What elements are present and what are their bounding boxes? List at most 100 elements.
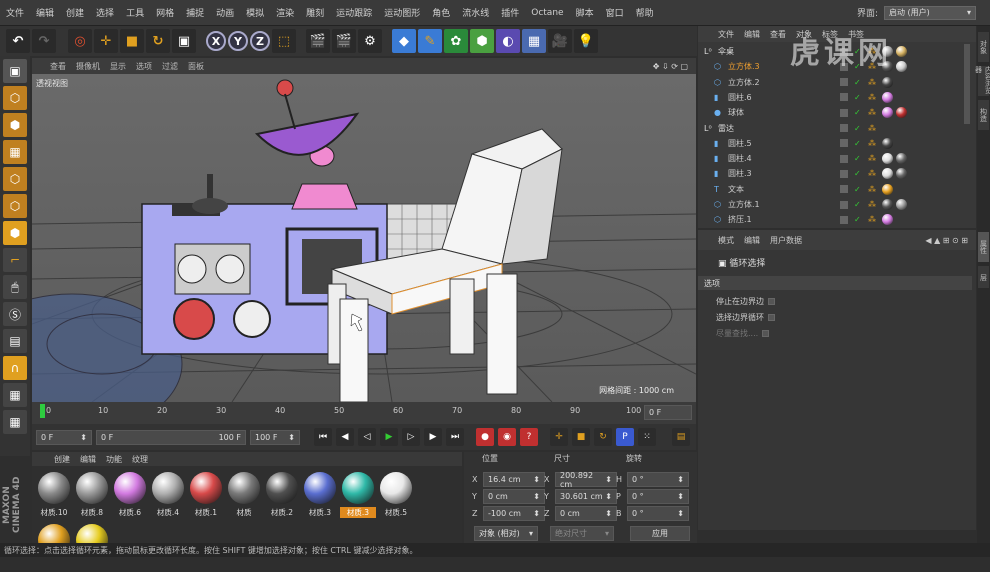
option-select-boundary-loop[interactable]: 选择边界循环 bbox=[716, 312, 775, 323]
material-tag-icon[interactable] bbox=[896, 199, 907, 210]
render-settings-icon[interactable]: ⚙ bbox=[358, 29, 382, 53]
select-boundary-loop-checkbox[interactable] bbox=[768, 314, 775, 321]
visibility-toggle[interactable] bbox=[840, 215, 848, 224]
material-tag-icon[interactable] bbox=[882, 76, 893, 88]
spinner-icon[interactable]: ⬍ bbox=[677, 475, 684, 484]
attr-menu-edit[interactable]: 编辑 bbox=[744, 235, 760, 246]
coord-rot-field[interactable]: 0 ° ⬍ bbox=[627, 506, 689, 521]
tab-layers[interactable]: 层 bbox=[978, 266, 989, 288]
coord-size-field[interactable]: 0 cm ⬍ bbox=[555, 506, 617, 521]
visibility-toggle[interactable] bbox=[840, 78, 848, 87]
edges-mode-icon[interactable]: ⬡ bbox=[3, 194, 27, 218]
end-frame-field[interactable]: 100 F ⬍ bbox=[250, 429, 300, 445]
texture-mode-icon[interactable]: ⬢ bbox=[3, 113, 27, 137]
object-row[interactable]: ▮ 圆柱.4 ✓ ⁂ bbox=[698, 151, 966, 166]
menu-script[interactable]: 脚本 bbox=[570, 6, 600, 19]
material-menu-edit[interactable]: 编辑 bbox=[80, 454, 96, 465]
move-icon[interactable]: ✛ bbox=[94, 29, 118, 53]
subdivision-icon[interactable]: ✿ bbox=[444, 29, 468, 53]
keyframe-selection-icon[interactable]: ? bbox=[520, 428, 538, 446]
camera-icon[interactable]: 🎥 bbox=[548, 29, 572, 53]
phong-tag-icon[interactable]: ⁂ bbox=[868, 124, 876, 133]
options-section-header[interactable]: 选项 bbox=[698, 276, 972, 290]
material-swatch[interactable]: 材质.5 bbox=[378, 470, 414, 520]
menu-window[interactable]: 窗口 bbox=[600, 6, 630, 19]
viewport-menu-display[interactable]: 显示 bbox=[110, 61, 126, 72]
object-row[interactable]: ⬡ 立方体.2 ✓ ⁂ bbox=[698, 75, 966, 90]
material-tag-icon[interactable] bbox=[882, 91, 893, 103]
menu-animate[interactable]: 动画 bbox=[210, 6, 240, 19]
menu-character[interactable]: 角色 bbox=[426, 6, 456, 19]
tab-content-browser[interactable]: 内容浏览器 bbox=[975, 66, 990, 96]
enabled-check-icon[interactable]: ✓ bbox=[854, 200, 861, 209]
model-mode-icon[interactable]: ⬡ bbox=[3, 86, 27, 110]
om-menu-file[interactable]: 文件 bbox=[718, 29, 734, 40]
key-rotation-icon[interactable]: ↻ bbox=[594, 428, 612, 446]
attr-nav-icons[interactable]: ◀ ▲ ⊞ ⊙ ⊞ bbox=[925, 236, 976, 245]
play-icon[interactable]: ▶ bbox=[380, 428, 398, 446]
om-menu-edit[interactable]: 编辑 bbox=[744, 29, 760, 40]
visibility-toggle[interactable] bbox=[840, 154, 848, 163]
viewport-nav-icons[interactable]: ✥ ⇩ ⟳ ▢ bbox=[653, 62, 696, 71]
previous-frame-icon[interactable]: ◁ bbox=[358, 428, 376, 446]
material-swatch[interactable]: 材质.2 bbox=[264, 470, 300, 520]
menu-create[interactable]: 创建 bbox=[60, 6, 90, 19]
menu-edit[interactable]: 编辑 bbox=[30, 6, 60, 19]
polygons-mode-icon[interactable]: ⬢ bbox=[3, 221, 27, 245]
material-menu-texture[interactable]: 纹理 bbox=[132, 454, 148, 465]
points-mode-icon[interactable]: ⬡ bbox=[3, 167, 27, 191]
viewport-menu-camera[interactable]: 摄像机 bbox=[76, 61, 100, 72]
spinner-icon[interactable]: ⬍ bbox=[533, 492, 540, 501]
spinner-icon[interactable]: ⬍ bbox=[605, 492, 612, 501]
visibility-toggle[interactable] bbox=[840, 169, 848, 178]
coord-pos-field[interactable]: 16.4 cm ⬍ bbox=[483, 472, 545, 487]
viewport-menu-options[interactable]: 选项 bbox=[136, 61, 152, 72]
menu-sculpt[interactable]: 雕刻 bbox=[300, 6, 330, 19]
y-axis-lock-button[interactable]: Y bbox=[228, 31, 248, 51]
material-swatch[interactable]: 材质.8 bbox=[74, 470, 110, 520]
coordinate-system-icon[interactable]: ⬚ bbox=[272, 29, 296, 53]
material-tag-icon[interactable] bbox=[896, 61, 907, 73]
x-axis-lock-button[interactable]: X bbox=[206, 31, 226, 51]
solo-icon[interactable]: ▤ bbox=[3, 329, 27, 353]
object-row[interactable]: ● 球体 ✓ ⁂ bbox=[698, 105, 966, 120]
tab-objects[interactable]: 对象 bbox=[978, 32, 989, 62]
coord-rot-field[interactable]: 0 ° ⬍ bbox=[627, 472, 689, 487]
next-frame-icon[interactable]: ▷ bbox=[402, 428, 420, 446]
material-menu-create[interactable]: 创建 bbox=[54, 454, 70, 465]
grid-snap-icon[interactable]: ▦ bbox=[3, 410, 27, 434]
material-swatch[interactable]: 材质.10 bbox=[36, 470, 72, 520]
coord-size-field[interactable]: 200.892 cm ⬍ bbox=[555, 471, 617, 489]
object-list-scrollbar[interactable] bbox=[964, 44, 970, 124]
material-tag-icon[interactable] bbox=[896, 153, 907, 165]
spinner-icon[interactable]: ⬍ bbox=[533, 509, 540, 518]
material-tag-icon[interactable] bbox=[882, 183, 893, 195]
recent-tool-icon[interactable]: ▣ bbox=[172, 29, 196, 53]
scale-icon[interactable]: ■ bbox=[120, 29, 144, 53]
z-axis-lock-button[interactable]: Z bbox=[250, 31, 270, 51]
array-icon[interactable]: ⬢ bbox=[470, 29, 494, 53]
option-greedy-search[interactable]: 尽量查找.... bbox=[716, 328, 770, 339]
menu-simulate[interactable]: 模拟 bbox=[240, 6, 270, 19]
viewport-menu-view[interactable]: 查看 bbox=[50, 61, 66, 72]
timeline-ruler[interactable]: 0 10 20 30 40 50 60 70 80 90 100 0 F bbox=[32, 402, 696, 424]
enabled-check-icon[interactable]: ✓ bbox=[854, 108, 861, 117]
enabled-check-icon[interactable]: ✓ bbox=[854, 215, 861, 224]
visibility-toggle[interactable] bbox=[840, 185, 848, 194]
material-tag-icon[interactable] bbox=[882, 199, 893, 210]
visibility-toggle[interactable] bbox=[840, 93, 848, 102]
coord-rot-field[interactable]: 0 ° ⬍ bbox=[627, 489, 689, 504]
spinner-icon[interactable]: ⬍ bbox=[605, 509, 612, 518]
object-row[interactable]: L⁰ 雷达 ✓ ⁂ bbox=[698, 121, 966, 136]
menu-motion-tracking[interactable]: 运动跟踪 bbox=[330, 6, 378, 19]
floor-icon[interactable]: ▦ bbox=[522, 29, 546, 53]
menu-help[interactable]: 帮助 bbox=[630, 6, 660, 19]
enabled-check-icon[interactable]: ✓ bbox=[854, 93, 861, 102]
object-row[interactable]: ▮ 圆柱.6 ✓ ⁂ bbox=[698, 90, 966, 105]
key-position-icon[interactable]: ✛ bbox=[550, 428, 568, 446]
axis-mode-icon[interactable]: ⌐ bbox=[3, 248, 27, 272]
enabled-check-icon[interactable]: ✓ bbox=[854, 139, 861, 148]
pen-spline-icon[interactable]: ✎ bbox=[418, 29, 442, 53]
visibility-toggle[interactable] bbox=[840, 108, 848, 117]
menu-pipeline[interactable]: 流水线 bbox=[456, 6, 495, 19]
